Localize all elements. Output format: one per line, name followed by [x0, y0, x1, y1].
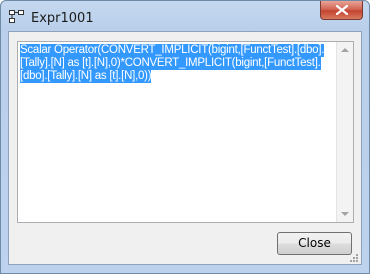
expression-line: [dbo].[Tally].[N] as [t].[N],0)): [20, 70, 152, 83]
vertical-scrollbar[interactable]: [336, 42, 353, 222]
expression-textbox[interactable]: Scalar Operator(CONVERT_IMPLICIT(bigint,…: [17, 41, 354, 223]
resize-grip-icon[interactable]: [349, 252, 359, 262]
expression-text[interactable]: Scalar Operator(CONVERT_IMPLICIT(bigint,…: [20, 44, 336, 220]
x-icon: [336, 5, 348, 15]
expression-line: Scalar Operator(CONVERT_IMPLICIT(bigint,…: [20, 44, 325, 57]
dialog-content: Scalar Operator(CONVERT_IMPLICIT(bigint,…: [8, 31, 362, 265]
scroll-up-arrow-icon[interactable]: [341, 48, 349, 52]
dialog-window: Expr1001 Scalar Operator(CONVERT_IMPLICI…: [0, 0, 370, 274]
title-bar[interactable]: Expr1001: [1, 1, 369, 31]
window-title: Expr1001: [31, 11, 94, 26]
close-button[interactable]: Close: [277, 232, 352, 255]
window-close-button[interactable]: [320, 1, 363, 20]
expression-tree-icon: [9, 10, 25, 24]
expression-line: [Tally].[N] as [t].[N],0)*CONVERT_IMPLIC…: [20, 57, 321, 70]
scroll-down-arrow-icon[interactable]: [341, 212, 349, 216]
